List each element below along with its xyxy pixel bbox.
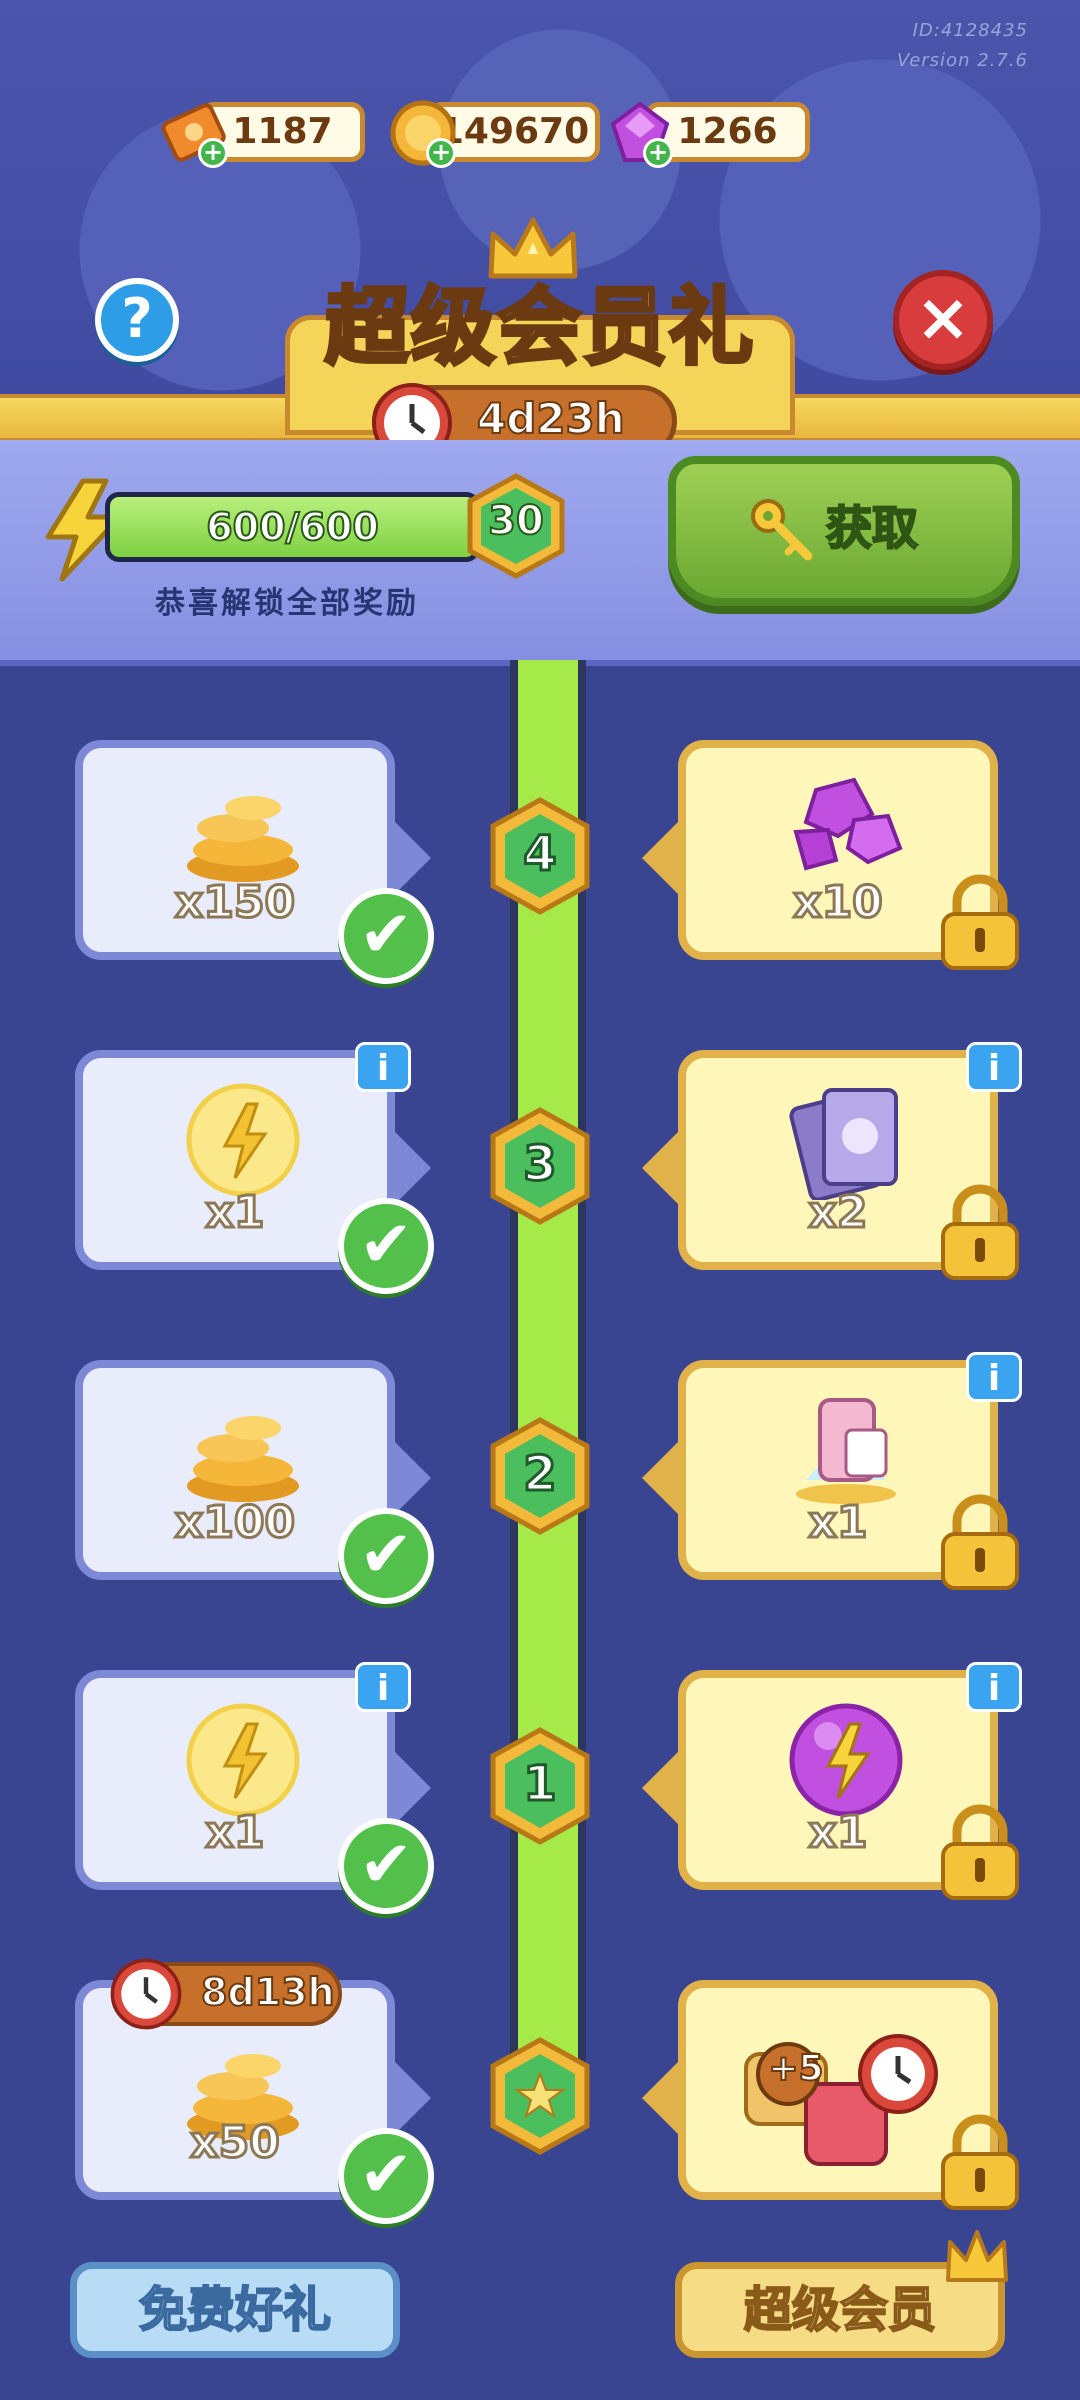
star-hexagon-icon [490,2037,590,2155]
lock-icon [941,874,1019,970]
info-icon[interactable]: i [966,1042,1022,1092]
user-id: ID:4128435 [912,20,1028,41]
tier-node-2: 2 [487,1416,593,1536]
get-button[interactable]: 获取 [668,456,1020,606]
fridge-decoration-icon [796,1398,896,1504]
energy-orb-icon [186,1083,300,1197]
progress-caption: 恭喜解锁全部奖励 [155,586,419,621]
free-reward-timer: 8d13h [110,1958,342,2030]
lock-icon [941,1804,1019,1900]
energy-orb-icon [186,1703,300,1817]
tier-number: 4 [522,825,558,884]
tier-number: 3 [522,1135,558,1194]
claimed-check-icon: ✔ [338,888,434,984]
tier-number: 1 [522,1755,558,1814]
tier-node-4: 4 [487,796,593,916]
coin-stack-icon [187,796,299,882]
get-button-label: 获取 [825,500,919,556]
tier-node-1: 1 [487,1726,593,1846]
ticket-counter[interactable]: 1187 + [160,98,365,168]
claimed-check-icon: ✔ [338,2128,434,2224]
page-title: 超级会员礼 [323,276,755,378]
gem-counter[interactable]: 1266 + [605,98,810,168]
info-icon[interactable]: i [355,1662,411,1712]
card-pack-icon [789,1088,898,1200]
energy-progress-text: 600/600 [205,504,380,550]
claimed-check-icon: ✔ [338,1818,434,1914]
purple-energy-orb-icon [789,1703,903,1817]
vip-bundle-icon [744,2034,938,2166]
free-reward-timer-text: 8d13h [200,1969,336,2015]
claimed-check-icon: ✔ [338,1508,434,1604]
tier-node-start [487,2036,593,2156]
info-icon[interactable]: i [355,1042,411,1092]
lock-icon [941,1184,1019,1280]
level-number: 30 [487,497,545,545]
add-tickets-button[interactable]: + [198,138,228,168]
version-label: Version 2.7.6 [896,50,1028,71]
crown-icon [946,2230,1008,2282]
event-timer-text: 4d23h [476,393,626,444]
build-info: ID:4128435 Version 2.7.6 [897,16,1028,76]
tier-number: 2 [522,1445,558,1504]
tab-free-gifts[interactable]: 免费好礼 [70,2262,400,2358]
add-gems-button[interactable]: + [643,138,673,168]
lock-icon [941,1494,1019,1590]
add-coins-button[interactable]: + [426,138,456,168]
energy-progress-bar: 600/600 [105,492,480,562]
coin-counter[interactable]: 149670 + [388,98,600,168]
coin-stack-icon [187,1416,299,1502]
vip-bonus-badge: +5 [767,2047,824,2090]
claimed-check-icon: ✔ [338,1198,434,1294]
info-icon[interactable]: i [966,1662,1022,1712]
lock-icon [941,2114,1019,2210]
clock-icon [110,1958,182,2030]
info-icon[interactable]: i [966,1352,1022,1402]
key-icon [751,499,813,561]
gem-pile-icon [793,777,903,871]
tier-node-3: 3 [487,1106,593,1226]
